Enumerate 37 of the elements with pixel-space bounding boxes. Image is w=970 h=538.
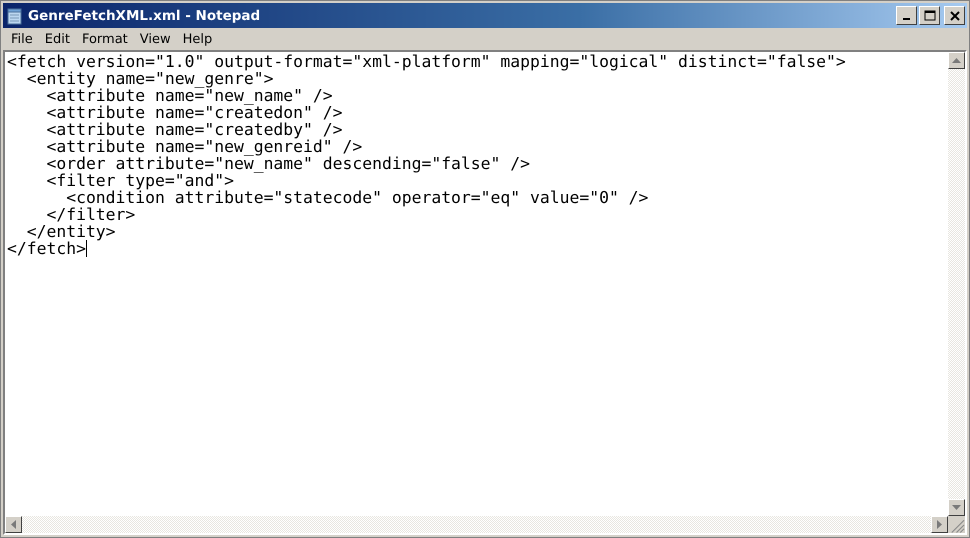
up-arrow-icon	[952, 58, 961, 63]
close-button[interactable]	[944, 6, 965, 25]
minimize-button[interactable]	[896, 6, 917, 25]
scroll-down-button[interactable]	[948, 499, 965, 516]
scroll-up-button[interactable]	[948, 52, 965, 69]
horizontal-scrollbar[interactable]	[5, 516, 948, 533]
menu-item[interactable]: Help	[176, 32, 218, 46]
code-line: <condition attribute="statecode" operator="eq" value="0" />	[65, 189, 648, 206]
scroll-left-button[interactable]	[5, 516, 22, 533]
code-line: <attribute name="new_genreid" />	[45, 138, 362, 155]
code-line: <attribute name="createdby" />	[45, 121, 343, 138]
menu-item[interactable]: File	[5, 32, 39, 46]
vertical-scrollbar[interactable]	[948, 52, 965, 516]
code-line: <order attribute="new_name" descending="false" />	[45, 155, 530, 172]
code-line: <entity name="new_genre">	[26, 70, 274, 87]
code-line: </filter>	[45, 206, 136, 223]
left-arrow-icon	[11, 520, 16, 529]
code-line: <filter type="and">	[45, 172, 234, 189]
code-line: </entity>	[26, 223, 116, 240]
scroll-right-button[interactable]	[931, 516, 948, 533]
code-line: <attribute name="createdon" />	[45, 104, 343, 121]
menu-item[interactable]: View	[134, 32, 177, 46]
maximize-button[interactable]	[919, 6, 940, 25]
down-arrow-icon	[952, 505, 961, 510]
text-caret	[86, 240, 87, 257]
code-line: <attribute name="new_name" />	[46, 87, 333, 104]
menu-item[interactable]: Edit	[38, 32, 76, 46]
window-title: GenreFetchXML.xml - Notepad	[28, 8, 262, 24]
maximize-icon	[924, 10, 936, 21]
minimize-icon	[903, 18, 910, 20]
menu-item[interactable]: Format	[76, 32, 134, 46]
resize-grip-icon[interactable]	[948, 516, 965, 533]
code-line: </fetch>	[7, 240, 86, 257]
code-line: <fetch version="1.0" output-format="xml-platform" mapping="logical" distinct="false">	[7, 53, 846, 70]
close-icon	[950, 10, 960, 20]
notepad-icon	[7, 6, 23, 24]
right-arrow-icon	[937, 520, 942, 529]
